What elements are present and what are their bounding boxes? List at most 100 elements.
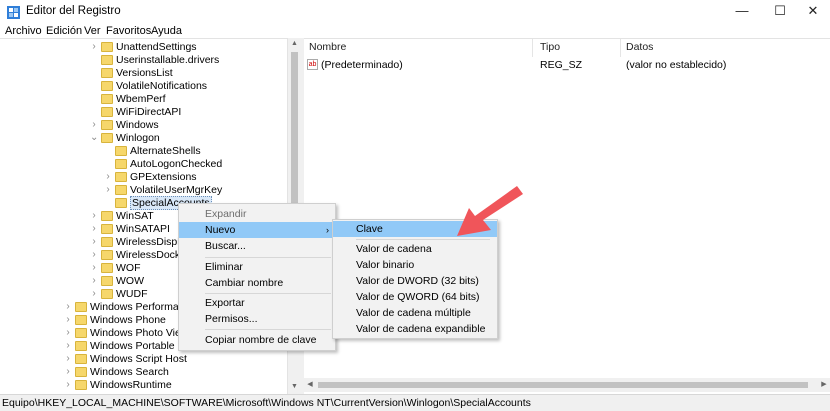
menu-archivo[interactable]: Archivo: [5, 24, 42, 38]
minimize-button[interactable]: —: [722, 0, 762, 24]
tree-item[interactable]: AutoLogonChecked: [0, 158, 287, 171]
value-data: (valor no establecido): [626, 59, 727, 71]
tree-item[interactable]: › Windows Search: [0, 366, 287, 379]
tree-item-label: Windows Script Host: [90, 353, 187, 365]
submenu-item-valor-qword[interactable]: Valor de QWORD (64 bits): [333, 289, 497, 305]
scroll-left-icon[interactable]: ◀: [304, 378, 316, 392]
scroll-thumb[interactable]: [291, 52, 298, 212]
folder-icon: [101, 133, 113, 143]
column-divider[interactable]: [620, 39, 621, 57]
menu-item-eliminar[interactable]: Eliminar: [179, 259, 335, 275]
chevron-right-icon[interactable]: ›: [104, 184, 112, 197]
value-type: REG_SZ: [540, 59, 583, 71]
menu-separator: [205, 293, 331, 294]
chevron-right-icon[interactable]: ›: [64, 327, 72, 340]
column-header-type[interactable]: Tipo: [540, 41, 560, 53]
tree-item[interactable]: ⌄ Winlogon: [0, 132, 287, 145]
submenu-item-label: Clave: [356, 223, 383, 235]
folder-icon: [115, 198, 127, 208]
chevron-right-icon[interactable]: ›: [104, 171, 112, 184]
tree-item[interactable]: VolatileNotifications: [0, 80, 287, 93]
values-list[interactable]: Nombre Tipo Datos ab (Predeterminado) RE…: [304, 38, 830, 394]
column-header-name[interactable]: Nombre: [309, 41, 346, 53]
tree-item[interactable]: Userinstallable.drivers: [0, 54, 287, 67]
folder-icon: [101, 42, 113, 52]
chevron-right-icon[interactable]: ›: [90, 288, 98, 301]
tree-item[interactable]: VersionsList: [0, 67, 287, 80]
menu-item-permisos[interactable]: Permisos...: [179, 311, 335, 327]
tree-item[interactable]: › GPExtensions: [0, 171, 287, 184]
submenu-item-label: Valor de cadena expandible: [356, 323, 486, 335]
tree-item-label: Windows Phone: [90, 314, 166, 326]
chevron-right-icon[interactable]: ›: [64, 353, 72, 366]
menu-ver[interactable]: Ver: [84, 24, 101, 38]
chevron-right-icon[interactable]: ›: [90, 262, 98, 275]
menu-edicion[interactable]: Edición: [46, 24, 82, 38]
chevron-right-icon[interactable]: ›: [90, 249, 98, 262]
scroll-right-icon[interactable]: ▶: [818, 378, 830, 392]
column-divider[interactable]: [532, 39, 533, 57]
tree-item-label: WiFiDirectAPI: [116, 106, 182, 118]
submenu-item-valor-cadena[interactable]: Valor de cadena: [333, 241, 497, 257]
folder-icon: [101, 211, 113, 221]
tree-item[interactable]: › Windows: [0, 119, 287, 132]
chevron-right-icon[interactable]: ›: [90, 210, 98, 223]
tree-item[interactable]: › WindowsRuntime: [0, 379, 287, 392]
menu-ayuda[interactable]: Ayuda: [151, 24, 182, 38]
tree-item-label: WinSAT: [116, 210, 154, 222]
folder-icon: [75, 380, 87, 390]
tree-item-label: WindowsRuntime: [90, 379, 172, 391]
submenu-item-valor-binario[interactable]: Valor binario: [333, 257, 497, 273]
tree-item[interactable]: › Windows Script Host: [0, 353, 287, 366]
tree-item[interactable]: WiFiDirectAPI: [0, 106, 287, 119]
submenu-item-valor-multiple[interactable]: Valor de cadena múltiple: [333, 305, 497, 321]
menu-item-copiar-nombre[interactable]: Copiar nombre de clave: [179, 332, 335, 348]
chevron-right-icon[interactable]: ›: [64, 301, 72, 314]
scroll-thumb[interactable]: [318, 382, 808, 388]
submenu-item-valor-expandible[interactable]: Valor de cadena expandible: [333, 321, 497, 337]
submenu-item-label: Valor de QWORD (64 bits): [356, 291, 480, 303]
chevron-right-icon[interactable]: ›: [90, 41, 98, 54]
menu-item-buscar[interactable]: Buscar...: [179, 238, 335, 254]
value-name[interactable]: (Predeterminado): [321, 59, 403, 72]
tree-item-label: Windows Search: [90, 366, 169, 378]
submenu-item-valor-dword[interactable]: Valor de DWORD (32 bits): [333, 273, 497, 289]
menu-item-nuevo[interactable]: Nuevo ›: [179, 222, 335, 238]
chevron-right-icon[interactable]: ›: [90, 275, 98, 288]
folder-icon: [101, 68, 113, 78]
tree-item[interactable]: WbemPerf: [0, 93, 287, 106]
folder-icon: [75, 302, 87, 312]
menu-item-exportar[interactable]: Exportar: [179, 295, 335, 311]
list-horizontal-scrollbar[interactable]: ◀ ▶: [304, 378, 830, 392]
folder-icon: [115, 172, 127, 182]
tree-item[interactable]: AlternateShells: [0, 145, 287, 158]
column-header-data[interactable]: Datos: [626, 41, 653, 53]
tree-item-label: Windows: [116, 119, 159, 131]
menu-favoritos[interactable]: Favoritos: [106, 24, 151, 38]
close-button[interactable]: ✕: [793, 0, 830, 24]
tree-item-label: WOF: [116, 262, 141, 274]
chevron-right-icon[interactable]: ›: [64, 340, 72, 353]
chevron-right-icon[interactable]: ›: [90, 119, 98, 132]
tree-item[interactable]: › UnattendSettings: [0, 41, 287, 54]
context-menu: Expandir Nuevo › Buscar... Eliminar Cambi…: [178, 203, 336, 351]
tree-item-label: AutoLogonChecked: [130, 158, 223, 170]
chevron-down-icon[interactable]: ⌄: [90, 132, 98, 145]
menu-item-label: Nuevo: [205, 224, 236, 236]
menu-item-label: Eliminar: [205, 261, 243, 273]
chevron-right-icon: ›: [326, 225, 329, 235]
menu-item-label: Buscar...: [205, 240, 246, 252]
chevron-right-icon[interactable]: ›: [90, 223, 98, 236]
folder-icon: [101, 55, 113, 65]
submenu-item-label: Valor de cadena: [356, 243, 432, 255]
chevron-right-icon[interactable]: ›: [64, 314, 72, 327]
menu-item-cambiar-nombre[interactable]: Cambiar nombre: [179, 275, 335, 291]
chevron-right-icon[interactable]: ›: [64, 379, 72, 392]
chevron-right-icon[interactable]: ›: [90, 236, 98, 249]
chevron-right-icon[interactable]: ›: [64, 366, 72, 379]
registry-editor-icon: [7, 6, 20, 19]
